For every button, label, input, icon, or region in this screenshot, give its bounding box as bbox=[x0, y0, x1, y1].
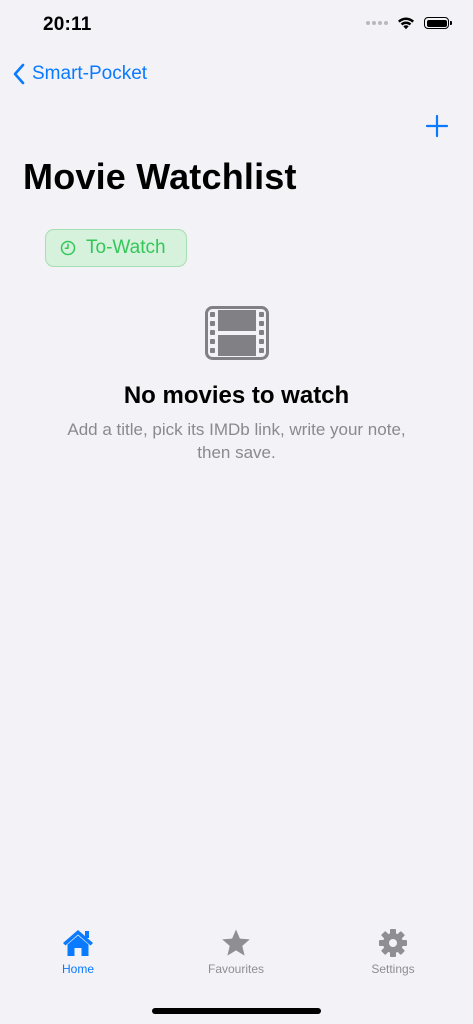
cellular-signal-icon bbox=[366, 21, 388, 25]
empty-state-text: Add a title, pick its IMDb link, write y… bbox=[67, 420, 406, 462]
filter-chip-to-watch[interactable]: To-Watch bbox=[45, 229, 187, 267]
empty-state-title: No movies to watch bbox=[123, 382, 350, 409]
back-button[interactable]: Smart-Pocket bbox=[12, 62, 147, 86]
star-icon bbox=[222, 929, 250, 956]
tab-settings[interactable]: Settings bbox=[333, 928, 453, 976]
filter-chip-label: To-Watch bbox=[86, 237, 166, 258]
status-icons bbox=[366, 16, 452, 30]
clock-icon bbox=[60, 240, 76, 256]
house-icon bbox=[63, 930, 93, 956]
gear-icon bbox=[379, 929, 407, 957]
film-icon bbox=[204, 306, 269, 360]
home-indicator bbox=[152, 1008, 321, 1014]
back-button-label: Smart-Pocket bbox=[32, 63, 148, 84]
plus-icon bbox=[425, 114, 449, 138]
battery-icon bbox=[424, 17, 452, 29]
tab-settings-label: Settings bbox=[371, 962, 415, 976]
empty-state: No movies to watch Add a title, pick its… bbox=[0, 306, 473, 464]
chevron-left-icon bbox=[13, 63, 25, 85]
status-time: 20:11 bbox=[43, 14, 92, 35]
tab-home-label: Home bbox=[61, 962, 94, 976]
tab-bar: Home Favourites Settings bbox=[0, 928, 473, 992]
status-bar: 20:11 bbox=[0, 0, 473, 54]
wifi-icon bbox=[398, 17, 414, 30]
page-title: Movie Watchlist bbox=[23, 156, 297, 197]
add-movie-button[interactable] bbox=[425, 114, 449, 138]
tab-favourites[interactable]: Favourites bbox=[176, 928, 296, 976]
tab-home[interactable]: Home bbox=[18, 928, 138, 976]
tab-favourites-label: Favourites bbox=[207, 962, 265, 976]
